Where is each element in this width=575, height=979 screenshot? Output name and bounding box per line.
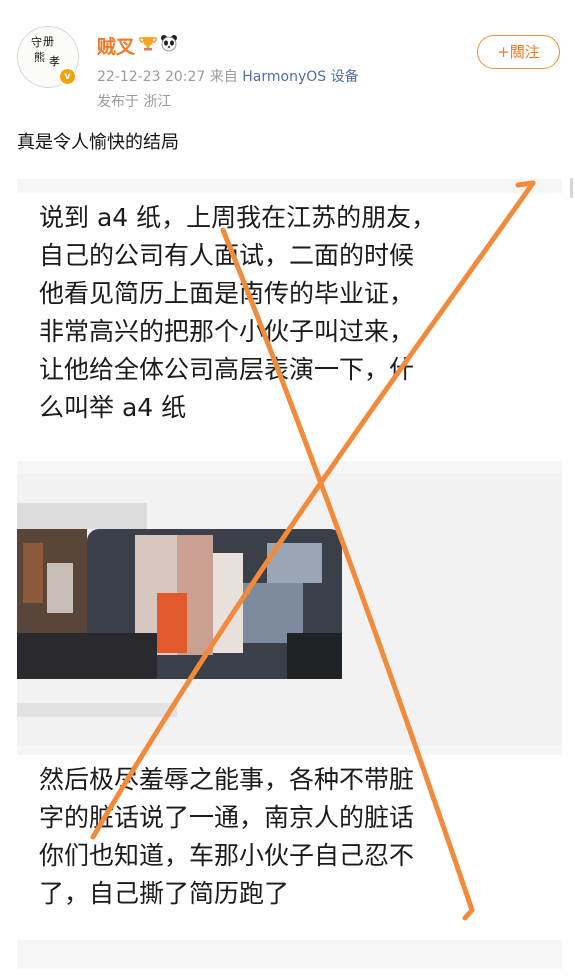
cross-stroke-1-tail [515, 180, 536, 188]
cross-stroke-2-tail [462, 907, 475, 921]
cross-stroke-1 [90, 180, 536, 840]
cross-mark-overlay [90, 180, 536, 921]
